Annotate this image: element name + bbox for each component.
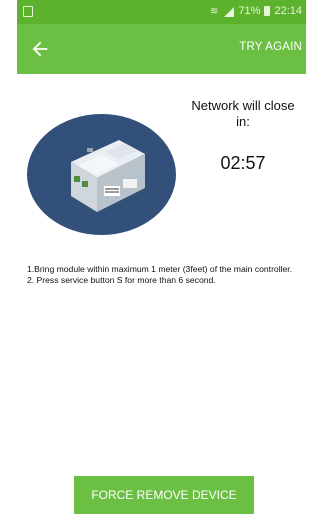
signal-icon	[222, 6, 235, 17]
notification-icon	[23, 6, 33, 17]
app-screen: ≋ 71% 22:14 TRY AGAIN Network will close…	[17, 0, 306, 514]
app-bar: TRY AGAIN	[17, 24, 306, 74]
force-remove-device-button[interactable]: FORCE REMOVE DEVICE	[74, 476, 254, 514]
instruction-line: 1.Bring module within maximum 1 meter (3…	[27, 264, 293, 274]
instruction-line: 2. Press service button S for more than …	[27, 275, 216, 285]
status-bar: ≋ 71% 22:14	[17, 0, 306, 24]
device-frame: ≋ 71% 22:14 TRY AGAIN Network will close…	[0, 0, 311, 514]
clock: 22:14	[274, 5, 302, 17]
try-again-button[interactable]: TRY AGAIN	[239, 41, 302, 53]
status-indicators: ≋ 71% 22:14	[210, 5, 302, 17]
countdown-timer: 02:57	[220, 153, 266, 173]
battery-icon	[264, 6, 271, 16]
network-close-label: Network will close in:	[191, 98, 295, 129]
arrow-left-icon[interactable]	[29, 38, 51, 60]
left-margin	[0, 0, 17, 514]
right-margin	[306, 0, 311, 514]
battery-percent: 71%	[238, 5, 261, 17]
wifi-icon: ≋	[210, 5, 219, 17]
device-image	[27, 114, 176, 235]
meter-module-illustration	[71, 140, 145, 212]
instructions: 1.Bring module within maximum 1 meter (3…	[27, 264, 299, 286]
